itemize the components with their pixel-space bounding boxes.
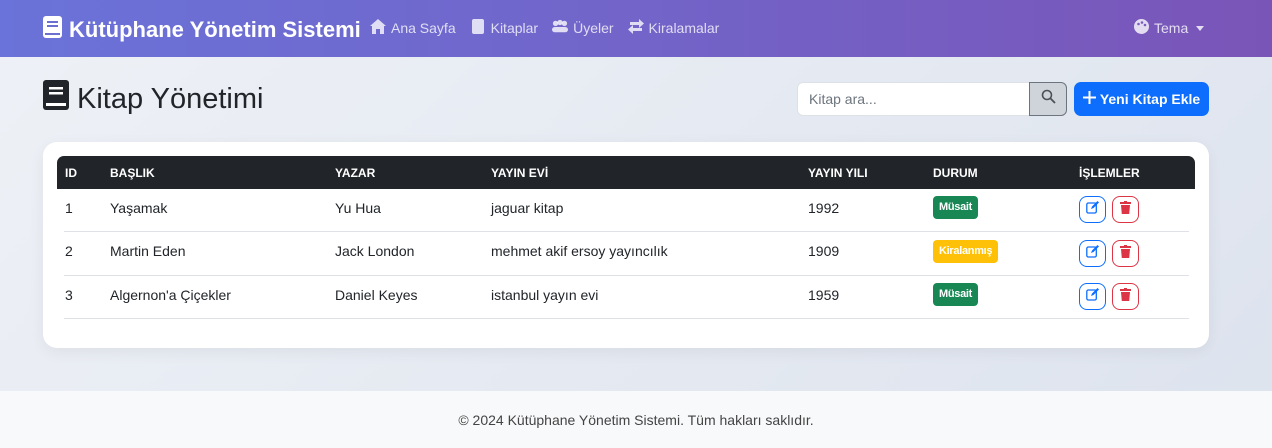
edit-icon: [1086, 200, 1099, 219]
edit-icon: [1086, 287, 1099, 306]
edit-icon: [1086, 244, 1099, 263]
column-header: YAYIN EVİ: [491, 166, 549, 180]
nav-link-label: Kitaplar: [490, 20, 539, 36]
add-book-button[interactable]: Yeni Kitap Ekle: [1074, 82, 1209, 116]
column-header: YAZAR: [335, 166, 376, 180]
search-button[interactable]: [1029, 82, 1067, 116]
column-header: YAYIN YILI: [808, 166, 868, 180]
book-icon: [43, 16, 62, 44]
cell-title: Algernon'a Çiçekler: [110, 287, 231, 303]
palette-icon: [1134, 19, 1149, 37]
edit-button[interactable]: [1079, 240, 1106, 267]
edit-button[interactable]: [1079, 196, 1106, 223]
cell-year: 1909: [808, 243, 840, 259]
column-header: BAŞLIK: [110, 166, 155, 180]
nav-link-home[interactable]: Ana Sayfa: [370, 19, 456, 37]
trash-icon: [1119, 244, 1132, 263]
column-header: ID: [65, 166, 77, 180]
nav-link-members[interactable]: Üyeler: [552, 19, 614, 37]
column-header: DURUM: [933, 166, 978, 180]
search-icon: [1041, 89, 1056, 109]
nav-link-label: Kiralamalar: [648, 20, 720, 36]
caret-down-icon: [1196, 25, 1205, 31]
search-input[interactable]: [797, 82, 1029, 116]
nav-link-label: Üyeler: [573, 20, 614, 36]
cell-title: Yaşamak: [110, 200, 168, 216]
cell-id: 2: [65, 243, 73, 259]
plus-icon: [1082, 91, 1096, 107]
page-title-text: Kitap Yönetimi: [77, 82, 264, 115]
cell-year: 1959: [808, 287, 840, 303]
table-row: 2 Martin Eden Jack London mehmet akif er…: [64, 232, 1189, 276]
status-badge: Kiralanmış: [933, 240, 999, 263]
cell-title: Martin Eden: [110, 243, 186, 259]
users-icon: [552, 19, 569, 37]
delete-button[interactable]: [1112, 240, 1139, 267]
footer: © 2024 Kütüphane Yönetim Sistemi. Tüm ha…: [0, 391, 1272, 448]
cell-publisher: istanbul yayın evi: [491, 287, 599, 303]
add-book-label: Yeni Kitap Ekle: [1099, 91, 1201, 107]
cell-publisher: mehmet akif ersoy yayıncılık: [491, 243, 668, 259]
nav-links: Ana Sayfa Kitaplar Üyeler Kiralamalar: [370, 19, 719, 37]
search-group: [797, 82, 1067, 116]
book-icon: [470, 19, 486, 37]
brand[interactable]: Kütüphane Yönetim Sistemi: [43, 16, 361, 44]
home-icon: [370, 19, 386, 37]
status-badge: Müsait: [933, 283, 979, 306]
brand-label: Kütüphane Yönetim Sistemi: [69, 17, 361, 42]
footer-text: © 2024 Kütüphane Yönetim Sistemi. Tüm ha…: [458, 411, 814, 428]
page-title: Kitap Yönetimi: [43, 80, 263, 118]
table-header: ID BAŞLIK YAZAR YAYIN EVİ YAYIN YILI DUR…: [57, 156, 1195, 189]
cell-id: 3: [65, 287, 73, 303]
status-badge: Müsait: [933, 196, 979, 219]
cell-year: 1992: [808, 200, 840, 216]
nav-link-label: Ana Sayfa: [391, 20, 456, 36]
edit-button[interactable]: [1079, 283, 1106, 310]
theme-label: Tema: [1154, 20, 1189, 36]
theme-dropdown[interactable]: Tema: [1134, 19, 1205, 37]
column-header: İŞLEMLER: [1079, 166, 1140, 180]
table-row: 1 Yaşamak Yu Hua jaguar kitap 1992 Müsai…: [64, 189, 1189, 232]
exchange-icon: [627, 19, 644, 37]
table-row: 3 Algernon'a Çiçekler Daniel Keyes istan…: [64, 276, 1189, 319]
nav-link-rentals[interactable]: Kiralamalar: [627, 19, 720, 37]
cell-publisher: jaguar kitap: [491, 200, 564, 216]
cell-author: Jack London: [335, 243, 415, 259]
delete-button[interactable]: [1112, 196, 1139, 223]
cell-author: Daniel Keyes: [335, 287, 418, 303]
cell-author: Yu Hua: [335, 200, 381, 216]
trash-icon: [1119, 200, 1132, 219]
cell-id: 1: [65, 200, 73, 216]
delete-button[interactable]: [1112, 283, 1139, 310]
navbar: Kütüphane Yönetim Sistemi Ana Sayfa Kita…: [0, 0, 1272, 57]
nav-link-books[interactable]: Kitaplar: [470, 19, 538, 37]
book-icon: [43, 80, 69, 118]
trash-icon: [1119, 287, 1132, 306]
